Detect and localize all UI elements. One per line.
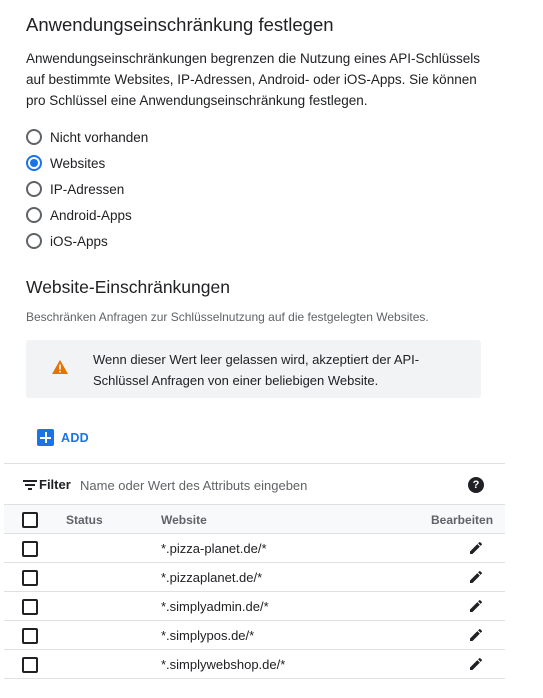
radio-label: Nicht vorhanden — [50, 129, 149, 145]
radio-option-android-apps[interactable]: Android-Apps — [26, 202, 148, 228]
table-row: *.pizza-planet.de/* — [4, 534, 505, 563]
help-icon[interactable]: ? — [468, 477, 484, 493]
radio-button[interactable] — [26, 181, 42, 197]
warning-triangle-icon — [52, 360, 68, 374]
pencil-icon[interactable] — [468, 627, 484, 643]
table-row: *.simplyadmin.de/* — [4, 592, 505, 621]
filter-list-icon — [23, 480, 37, 490]
website-restrictions-description: Beschränken Anfragen zur Schlüsselnutzun… — [26, 310, 429, 324]
row-checkbox[interactable] — [22, 599, 38, 615]
radio-button[interactable] — [26, 129, 42, 145]
row-checkbox[interactable] — [22, 628, 38, 644]
radio-option-ios-apps[interactable]: iOS-Apps — [26, 228, 148, 254]
table-header: Status Website Bearbeiten — [4, 505, 505, 534]
pencil-icon[interactable] — [468, 598, 484, 614]
select-all-checkbox[interactable] — [22, 512, 38, 528]
row-checkbox[interactable] — [22, 541, 38, 557]
radio-option-none[interactable]: Nicht vorhanden — [26, 124, 148, 150]
website-restrictions-title: Website-Einschränkungen — [26, 277, 230, 297]
filter-bar: Filter ? — [4, 463, 505, 505]
website-cell: *.simplywebshop.de/* — [161, 657, 286, 672]
radio-label: Android-Apps — [50, 207, 132, 223]
column-header-website: Website — [161, 513, 207, 527]
row-checkbox[interactable] — [22, 570, 38, 586]
pencil-icon[interactable] — [468, 569, 484, 585]
restriction-radio-group: Nicht vorhanden Websites IP-Adressen And… — [26, 124, 148, 254]
pencil-icon[interactable] — [468, 540, 484, 556]
website-cell: *.pizzaplanet.de/* — [161, 570, 263, 585]
add-box-icon — [37, 429, 54, 446]
website-cell: *.pizza-planet.de/* — [161, 541, 267, 556]
warning-text: Wenn dieser Wert leer gelassen wird, akz… — [93, 352, 420, 388]
radio-button-selected[interactable] — [26, 155, 42, 171]
pencil-icon[interactable] — [468, 656, 484, 672]
website-cell: *.simplyadmin.de/* — [161, 599, 269, 614]
radio-label: iOS-Apps — [50, 233, 108, 249]
table-row: *.simplywebshop.de/* — [4, 650, 505, 679]
radio-button[interactable] — [26, 233, 42, 249]
radio-option-ip-addresses[interactable]: IP-Adressen — [26, 176, 148, 202]
warning-box: Wenn dieser Wert leer gelassen wird, akz… — [26, 340, 481, 398]
radio-button[interactable] — [26, 207, 42, 223]
restriction-title: Anwendungseinschränkung festlegen — [26, 14, 334, 35]
add-button-label: ADD — [61, 430, 89, 445]
websites-table: Status Website Bearbeiten *.pizza-planet… — [4, 505, 505, 679]
restriction-description: Anwendungseinschränkungen begrenzen die … — [26, 51, 481, 108]
radio-label: Websites — [50, 155, 106, 171]
column-header-edit: Bearbeiten — [431, 513, 494, 527]
radio-option-websites[interactable]: Websites — [26, 150, 148, 176]
radio-label: IP-Adressen — [50, 181, 125, 197]
table-row: *.pizzaplanet.de/* — [4, 563, 505, 592]
filter-label: Filter — [39, 477, 71, 492]
add-website-button[interactable]: ADD — [37, 429, 89, 446]
column-header-status: Status — [66, 513, 103, 527]
website-cell: *.simplypos.de/* — [161, 628, 255, 643]
row-checkbox[interactable] — [22, 657, 38, 673]
filter-input[interactable] — [80, 474, 450, 496]
table-row: *.simplypos.de/* — [4, 621, 505, 650]
